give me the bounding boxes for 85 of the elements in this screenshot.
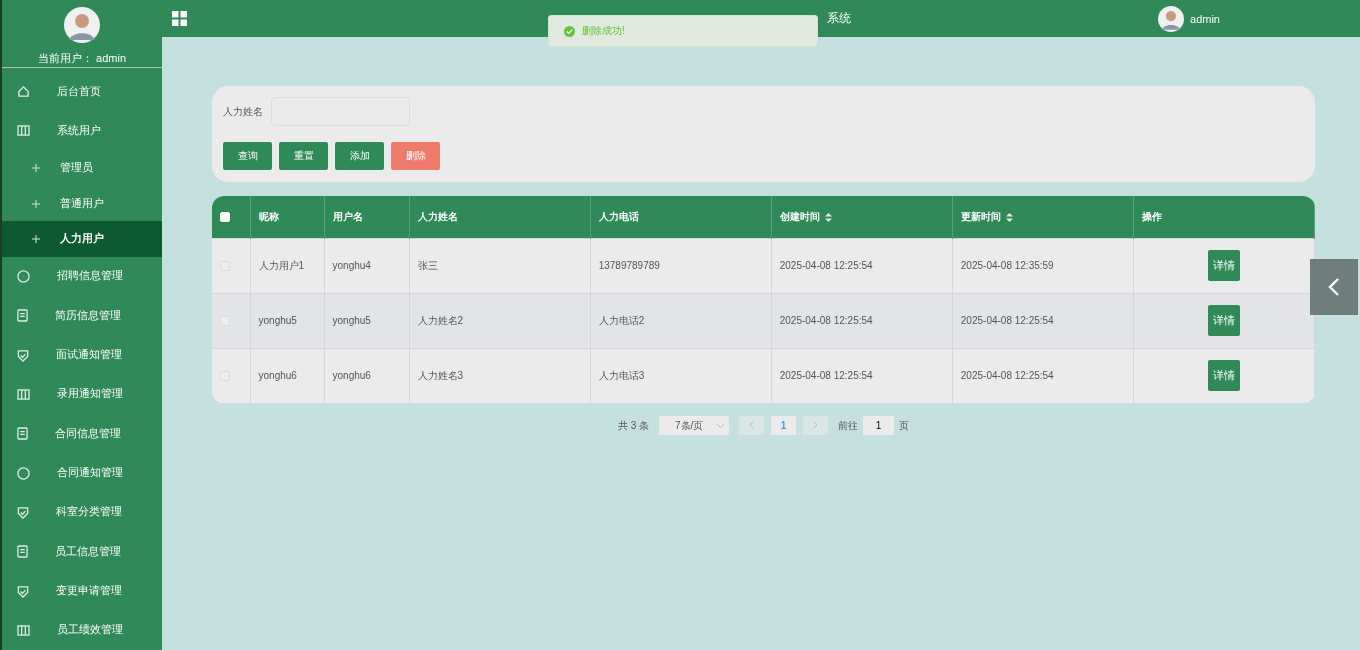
menu-item[interactable]: 员工信息管理 <box>2 532 162 572</box>
columns-icon <box>17 388 30 400</box>
action-button[interactable]: 添加 <box>335 142 384 170</box>
check-circle-icon <box>564 25 575 37</box>
columns-icon <box>17 125 30 137</box>
table-cell: 2025-04-08 12:25:54 <box>952 293 1134 348</box>
menu-item[interactable]: 招聘信息管理 <box>2 256 162 297</box>
menu-item[interactable]: 面试通知管理 <box>2 335 162 375</box>
column-header[interactable]: 更新时间 <box>952 196 1134 238</box>
shield-check-icon <box>17 348 29 362</box>
page-size-select[interactable]: 7条/页 <box>659 416 730 435</box>
columns-icon <box>17 624 30 636</box>
table-cell: 人力姓名2 <box>409 293 591 348</box>
menu-item[interactable]: 录用通知管理 <box>2 374 162 415</box>
menu-item[interactable]: 后台首页 <box>2 71 162 112</box>
delete-button[interactable]: 删除 <box>391 142 440 170</box>
goto-label: 前往 <box>838 418 859 433</box>
menu-item[interactable]: 变更申请管理 <box>2 571 162 611</box>
table-cell: yonghu5 <box>324 293 410 348</box>
submenu-item[interactable]: 普通用户 <box>2 186 162 222</box>
table-cell: 人力电话2 <box>590 293 772 348</box>
avatar <box>64 7 100 43</box>
submenu-item[interactable]: 人力用户 <box>2 221 162 257</box>
chat-icon <box>17 269 30 283</box>
plus-icon <box>32 199 40 208</box>
avatar <box>1158 5 1185 32</box>
detail-button[interactable]: 详情 <box>1207 250 1240 281</box>
table-cell: 2025-04-08 12:35:59 <box>952 238 1134 293</box>
prev-page-button[interactable] <box>739 416 765 435</box>
menu-item[interactable]: 简历信息管理 <box>2 296 162 336</box>
table-cell: yonghu5 <box>250 293 325 348</box>
menu-item[interactable]: 合同信息管理 <box>2 414 162 454</box>
action-button[interactable]: 查询 <box>223 142 272 170</box>
menu-item[interactable]: 系统用户 <box>2 111 162 151</box>
chevron-left-icon <box>1328 277 1340 297</box>
detail-button[interactable]: 详情 <box>1207 360 1240 392</box>
home-icon <box>17 85 30 99</box>
table-cell: 人力电话3 <box>590 348 772 403</box>
select-all-checkbox[interactable] <box>220 212 230 223</box>
document-icon <box>17 545 28 559</box>
document-icon <box>17 427 28 441</box>
table-cell: 张三 <box>409 238 591 293</box>
shield-check-icon <box>17 505 29 519</box>
column-header: 操作 <box>1133 196 1315 238</box>
page-suffix: 页 <box>899 418 910 433</box>
column-header: 用户名 <box>324 196 410 238</box>
column-header: 人力姓名 <box>409 196 591 238</box>
app-title: 系统 <box>827 10 851 27</box>
shield-check-icon <box>17 584 29 598</box>
chevron-left-icon <box>749 421 755 429</box>
table-cell: 2025-04-08 12:25:54 <box>952 348 1134 403</box>
menu-item[interactable]: 合同通知管理 <box>2 453 162 493</box>
table-cell: 2025-04-08 12:25:54 <box>771 348 953 403</box>
total-count: 共 3 条 <box>617 418 650 433</box>
chevron-down-icon <box>717 423 725 428</box>
table-cell: 2025-04-08 12:25:54 <box>771 293 953 348</box>
detail-button[interactable]: 详情 <box>1207 305 1240 336</box>
plus-icon <box>32 164 40 173</box>
action-button[interactable]: 重置 <box>279 142 328 170</box>
current-user: 当前用户： admin <box>38 51 126 65</box>
chevron-right-icon <box>813 421 819 429</box>
table-cell: yonghu6 <box>250 348 325 403</box>
field-label: 人力姓名 <box>223 104 263 119</box>
submenu-item[interactable]: 管理员 <box>2 150 162 186</box>
user-name: admin <box>1190 12 1220 25</box>
table-cell: 2025-04-08 12:25:54 <box>771 238 953 293</box>
chat-icon <box>17 466 30 480</box>
column-header: 昵称 <box>250 196 325 238</box>
column-header: 人力电话 <box>590 196 772 238</box>
table-cell: yonghu4 <box>324 238 410 293</box>
document-icon <box>17 309 28 323</box>
plus-icon <box>32 235 40 244</box>
goto-page-input[interactable]: 1 <box>863 416 895 435</box>
table-cell: 人力用户1 <box>250 238 325 293</box>
grid-icon[interactable] <box>172 11 187 26</box>
toast-message: 删除成功! <box>582 24 625 38</box>
page-number[interactable]: 1 <box>771 416 797 435</box>
table-cell: yonghu6 <box>324 348 410 403</box>
table-cell: 人力姓名3 <box>409 348 591 403</box>
menu-item[interactable]: 科室分类管理 <box>2 492 162 533</box>
column-header[interactable]: 创建时间 <box>771 196 953 238</box>
collapse-panel-button[interactable] <box>1310 259 1358 315</box>
next-page-button[interactable] <box>803 416 829 435</box>
table-cell: 13789789789 <box>590 238 772 293</box>
menu-item[interactable]: 员工绩效管理 <box>2 610 162 650</box>
